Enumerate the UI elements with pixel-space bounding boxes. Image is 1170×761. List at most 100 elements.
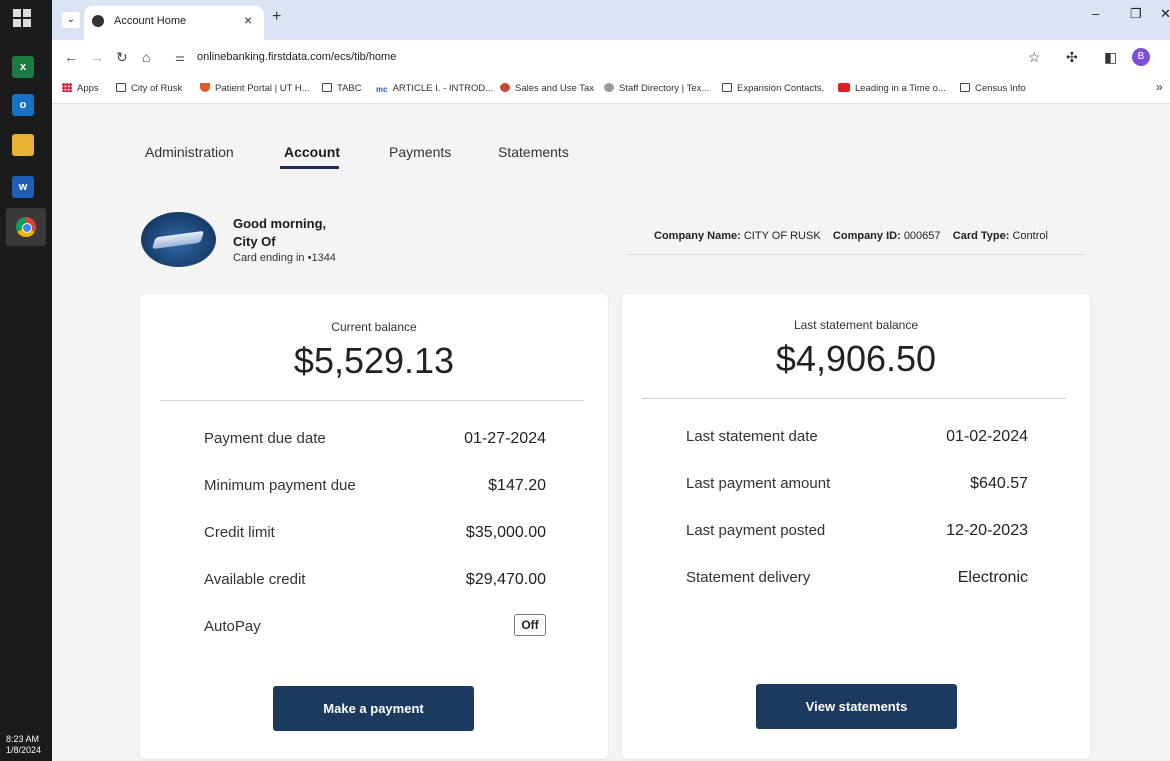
payment-due-date-label: Payment due date xyxy=(204,430,326,447)
bookmark-census-info[interactable]: Census Info xyxy=(960,83,1026,94)
bookmarks-bar: Apps City of Rusk Patient Portal | UT H.… xyxy=(52,76,1170,104)
minimum-payment-label: Minimum payment due xyxy=(204,477,356,494)
make-payment-button[interactable]: Make a payment xyxy=(273,686,474,731)
company-id-label: Company ID: xyxy=(832,230,901,242)
last-payment-amount-label: Last payment amount xyxy=(686,475,831,492)
bookmark-patient-portal[interactable]: Patient Portal | UT H... xyxy=(200,83,310,94)
folder-icon xyxy=(322,83,332,92)
statement-delivery-value: Electronic xyxy=(957,569,1028,586)
company-info: Company Name: CITY OF RUSK Company ID: 0… xyxy=(654,230,1048,242)
card-logo xyxy=(141,212,216,267)
credit-limit-value: $35,000.00 xyxy=(465,524,546,541)
statement-delivery-label: Statement delivery xyxy=(686,569,811,586)
last-statement-date-label: Last statement date xyxy=(686,428,818,445)
greeting-name: City Of xyxy=(233,234,276,249)
last-payment-posted-label: Last payment posted xyxy=(686,522,826,539)
chrome-taskbar-button[interactable] xyxy=(6,208,46,246)
last-statement-balance-label: Last statement balance xyxy=(793,318,919,332)
card-type-value: Control xyxy=(1012,230,1048,242)
profile-avatar[interactable]: B xyxy=(1132,48,1150,66)
forward-icon[interactable]: → xyxy=(90,49,104,65)
last-statement-panel: Last statement balance $4,906.50 Last st… xyxy=(622,294,1090,759)
company-name-value: CITY OF RUSK xyxy=(743,230,821,242)
available-credit-label: Available credit xyxy=(204,571,306,588)
reload-icon[interactable]: ↻ xyxy=(116,49,128,66)
company-name-label: Company Name: xyxy=(654,230,741,242)
credit-limit-label: Credit limit xyxy=(204,524,275,541)
close-window-icon[interactable]: ✕ xyxy=(1160,6,1170,22)
account-home-page: Administration Account Payments Statemen… xyxy=(52,104,1170,761)
greeting-line: Good morning, xyxy=(233,216,327,231)
extensions-icon[interactable]: ✣ xyxy=(1066,49,1078,66)
address-bar[interactable]: ⚌ onlinebanking.firstdata.com/ecs/tib/ho… xyxy=(167,46,997,70)
view-statements-button[interactable]: View statements xyxy=(756,684,957,729)
bookmark-staff-directory[interactable]: Staff Directory | Tex... xyxy=(604,83,709,94)
bookmark-leading-in-a-time[interactable]: Leading in a Time o... xyxy=(838,83,946,94)
last-payment-posted-value: 12-20-2023 xyxy=(946,522,1028,539)
shield-icon xyxy=(200,83,210,92)
divider xyxy=(160,400,584,401)
new-tab-button[interactable]: + xyxy=(272,8,281,26)
active-tab-underline xyxy=(280,166,339,169)
browser-toolbar: ← → ↻ ⌂ ⚌ onlinebanking.firstdata.com/ec… xyxy=(52,40,1170,76)
folder-icon xyxy=(722,83,732,92)
home-icon[interactable]: ⌂ xyxy=(142,49,150,65)
available-credit-value: $29,470.00 xyxy=(465,571,546,588)
site-settings-icon[interactable]: ⚌ xyxy=(175,51,185,64)
side-panel-icon[interactable]: ◧ xyxy=(1104,49,1117,66)
autopay-label: AutoPay xyxy=(204,618,261,635)
globe-icon xyxy=(92,15,104,27)
tab-account[interactable]: Account xyxy=(284,144,340,160)
apps-grid-icon xyxy=(62,83,72,92)
divider xyxy=(627,254,1085,255)
mc-icon: mc xyxy=(376,85,388,94)
windows-taskbar: x o w 8:23 AM 1/8/2024 xyxy=(0,0,52,761)
card-logo-graphic xyxy=(151,230,205,250)
bookmark-tabc[interactable]: TABC xyxy=(322,83,362,94)
tab-administration[interactable]: Administration xyxy=(145,144,234,160)
back-icon[interactable]: ← xyxy=(64,49,78,65)
seal-icon xyxy=(500,83,510,92)
url-text: onlinebanking.firstdata.com/ecs/tib/home xyxy=(197,51,397,63)
bookmark-city-of-rusk[interactable]: City of Rusk xyxy=(116,83,182,94)
globe-icon xyxy=(604,83,614,92)
outlook-icon[interactable]: o xyxy=(12,94,34,116)
card-ending: Card ending in •1344 xyxy=(233,252,336,264)
clock-date: 1/8/2024 xyxy=(6,745,42,755)
tab-payments[interactable]: Payments xyxy=(389,144,451,160)
chrome-icon xyxy=(16,217,36,237)
taskbar-clock[interactable]: 8:23 AM 1/8/2024 xyxy=(6,734,41,756)
bookmark-apps[interactable]: Apps xyxy=(62,83,99,94)
last-statement-balance-value: $4,906.50 xyxy=(775,338,937,379)
bookmark-sales-and-use-tax[interactable]: Sales and Use Tax xyxy=(500,83,594,94)
clock-time: 8:23 AM xyxy=(6,734,40,744)
tab-search-chevron-icon[interactable]: ⌄ xyxy=(62,12,80,28)
autopay-toggle[interactable]: Off xyxy=(514,614,546,636)
browser-tab-bar: ⌄ Account Home × + – ❐ ✕ xyxy=(52,0,1170,40)
tab-statements[interactable]: Statements xyxy=(498,144,569,160)
current-balance-value: $5,529.13 xyxy=(293,340,455,381)
minimize-icon[interactable]: – xyxy=(1092,6,1099,21)
payment-due-date-value: 01-27-2024 xyxy=(464,430,546,447)
folder-icon xyxy=(960,83,970,92)
last-statement-date-value: 01-02-2024 xyxy=(946,428,1028,445)
file-explorer-icon[interactable] xyxy=(12,134,34,156)
bookmark-expansion-contacts[interactable]: Expansion Contacts. xyxy=(722,83,824,94)
current-balance-label: Current balance xyxy=(331,320,417,334)
restore-icon[interactable]: ❐ xyxy=(1130,6,1142,22)
bookmark-star-icon[interactable]: ☆ xyxy=(1028,49,1041,66)
tab-account-home[interactable]: Account Home × xyxy=(84,6,264,40)
word-icon[interactable]: w xyxy=(12,176,34,198)
bookmarks-overflow-icon[interactable]: » xyxy=(1156,80,1163,94)
company-id-value: 000657 xyxy=(903,230,941,242)
last-payment-amount-value: $640.57 xyxy=(970,475,1028,492)
folder-icon xyxy=(116,83,126,92)
card-type-label: Card Type: xyxy=(952,230,1010,242)
tab-title: Account Home xyxy=(114,15,187,27)
divider xyxy=(642,398,1066,399)
youtube-icon xyxy=(838,83,850,92)
excel-icon[interactable]: x xyxy=(12,56,34,78)
bookmark-article-i[interactable]: mc ARTICLE I. - INTROD... xyxy=(376,83,493,94)
tab-close-icon[interactable]: × xyxy=(244,12,252,28)
windows-start-icon[interactable] xyxy=(12,8,32,28)
